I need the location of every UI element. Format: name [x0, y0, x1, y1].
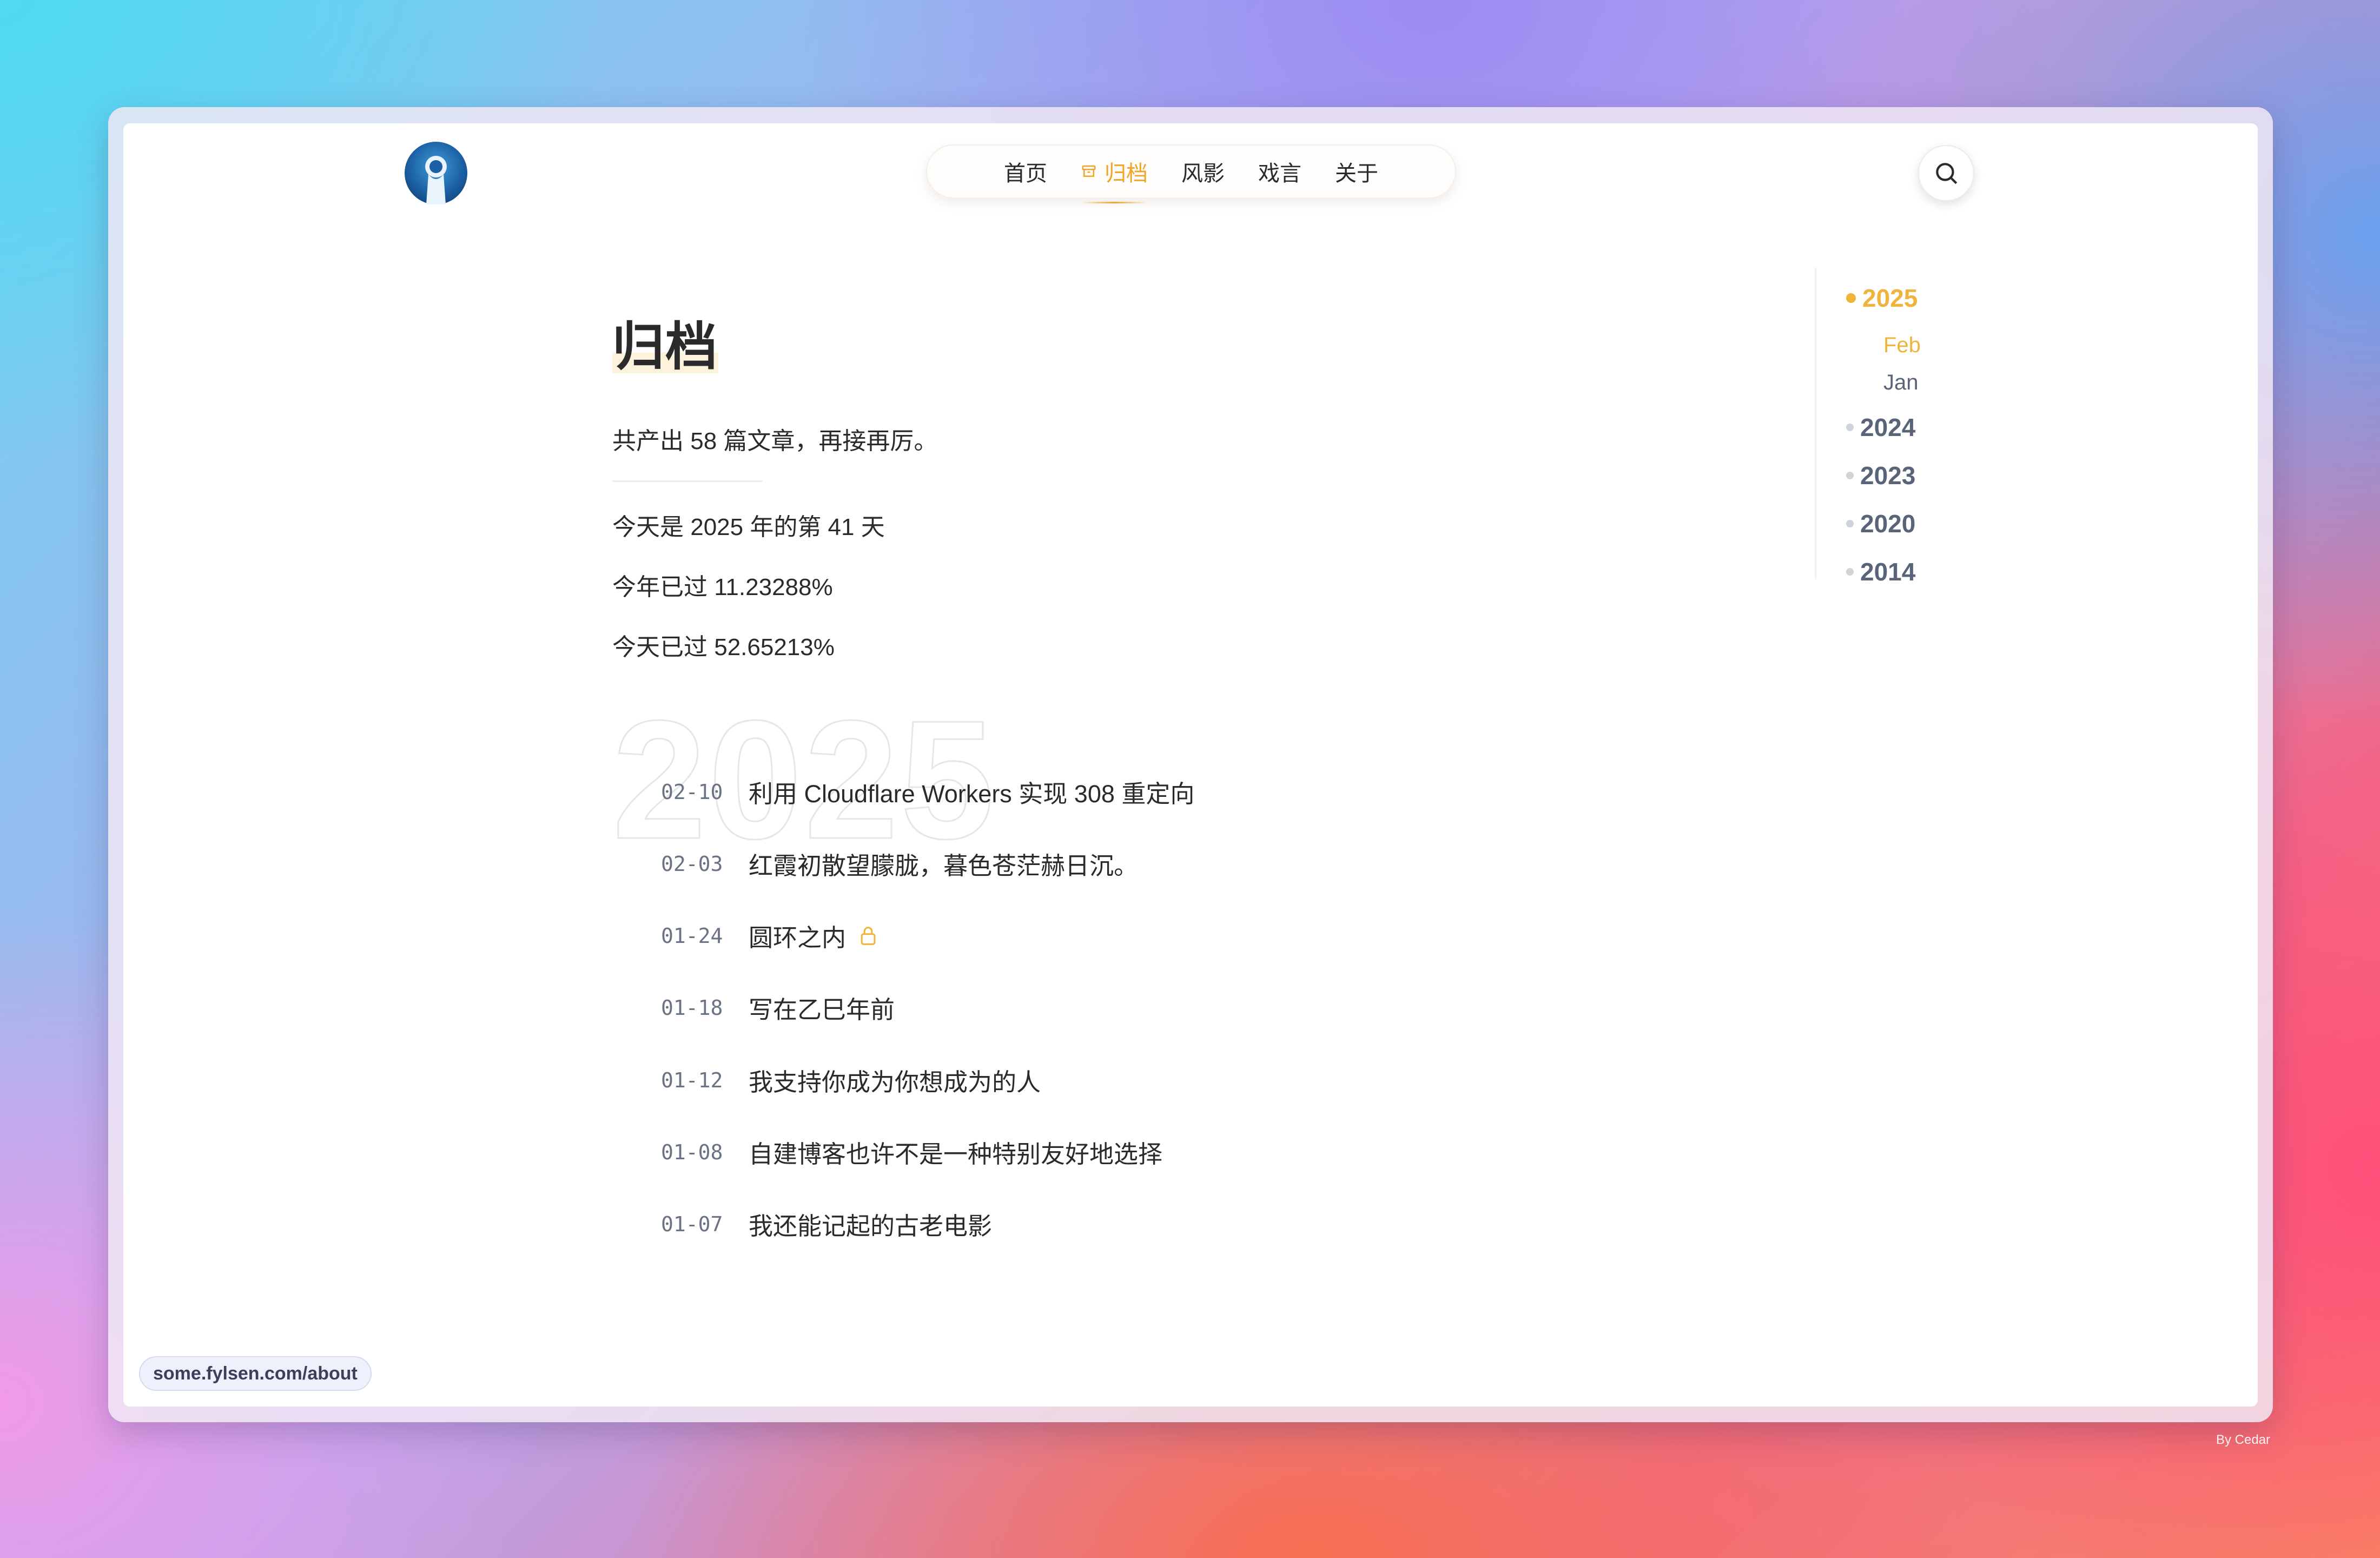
post-item[interactable]: 01-18 写在乙巳年前: [661, 990, 895, 1025]
post-date: 01-08: [661, 1140, 723, 1164]
post-item[interactable]: 01-24 圆环之内: [661, 918, 877, 953]
toc-year-2025[interactable]: 2025: [1846, 283, 1918, 313]
stat-year-progress: 今年已过 11.23288%: [612, 574, 833, 600]
post-title: 利用 Cloudflare Workers 实现 308 重定向: [749, 780, 1195, 808]
page-content: 首页 归档 风影 戏言 关于 归档 共产出 58 篇文章，再接再厉。 今天是 2…: [123, 123, 2258, 1407]
bullet-icon: [1846, 472, 1854, 479]
post-date: 02-03: [661, 851, 723, 876]
toc-year-2020[interactable]: 2020: [1846, 509, 1915, 538]
bullet-icon: [1846, 424, 1854, 431]
bullet-icon: [1846, 293, 1856, 303]
post-item[interactable]: 01-07 我还能记起的古老电影: [661, 1206, 992, 1242]
toc-year-2014[interactable]: 2014: [1846, 557, 1915, 586]
toc-year-2024[interactable]: 2024: [1846, 413, 1915, 442]
site-logo[interactable]: [405, 142, 467, 204]
post-item[interactable]: 02-03 红霞初散望朦胧，暮色苍茫赫日沉。: [661, 846, 1138, 881]
nav-home[interactable]: 首页: [1004, 156, 1047, 187]
toc-month-feb[interactable]: Feb: [1883, 333, 1921, 358]
nav-notes[interactable]: 戏言: [1258, 156, 1301, 187]
search-button[interactable]: [1918, 145, 1974, 201]
bullet-icon: [1846, 568, 1854, 576]
post-title: 写在乙巳年前: [749, 996, 895, 1024]
status-url-tooltip: some.fylsen.com/about: [139, 1356, 372, 1391]
nav-about[interactable]: 关于: [1335, 156, 1378, 187]
post-title: 红霞初散望朦胧，暮色苍茫赫日沉。: [749, 852, 1139, 880]
post-date: 01-12: [661, 1068, 723, 1092]
credit-text: By Cedar: [2216, 1432, 2271, 1447]
post-date: 01-18: [661, 995, 723, 1020]
post-item[interactable]: 01-12 我支持你成为你想成为的人: [661, 1062, 1041, 1098]
stat-day-progress: 今天已过 52.65213%: [612, 634, 835, 661]
post-item[interactable]: 02-10 利用 Cloudflare Workers 实现 308 重定向: [661, 774, 1194, 809]
archive-toc: 2025 Feb Jan 2024 2023 2020 2014: [1815, 268, 1946, 586]
nav-archive[interactable]: 归档: [1081, 156, 1148, 203]
page-title: 归档: [612, 318, 718, 376]
main-nav: 首页 归档 风影 戏言 关于: [926, 144, 1456, 203]
nav-gallery[interactable]: 风影: [1181, 156, 1225, 187]
post-date: 01-07: [661, 1212, 723, 1236]
divider: [612, 480, 763, 482]
post-title: 圆环之内: [749, 924, 847, 952]
toc-month-jan[interactable]: Jan: [1883, 371, 1919, 395]
stat-day-of-year: 今天是 2025 年的第 41 天: [612, 514, 885, 540]
bullet-icon: [1846, 520, 1854, 527]
post-date: 01-24: [661, 923, 723, 948]
post-item[interactable]: 01-08 自建博客也许不是一种特别友好地选择: [661, 1134, 1162, 1170]
toc-year-2023[interactable]: 2023: [1846, 461, 1915, 490]
post-date: 02-10: [661, 780, 723, 804]
post-title: 我还能记起的古老电影: [749, 1212, 993, 1240]
post-title: 我支持你成为你想成为的人: [749, 1068, 1041, 1096]
lock-icon: [859, 926, 877, 946]
archive-summary: 共产出 58 篇文章，再接再厉。: [612, 428, 938, 454]
archive-icon: [1082, 165, 1096, 177]
search-icon: [1936, 163, 1958, 184]
logo-avatar-icon: [425, 156, 447, 204]
post-title: 自建博客也许不是一种特别友好地选择: [749, 1140, 1163, 1168]
